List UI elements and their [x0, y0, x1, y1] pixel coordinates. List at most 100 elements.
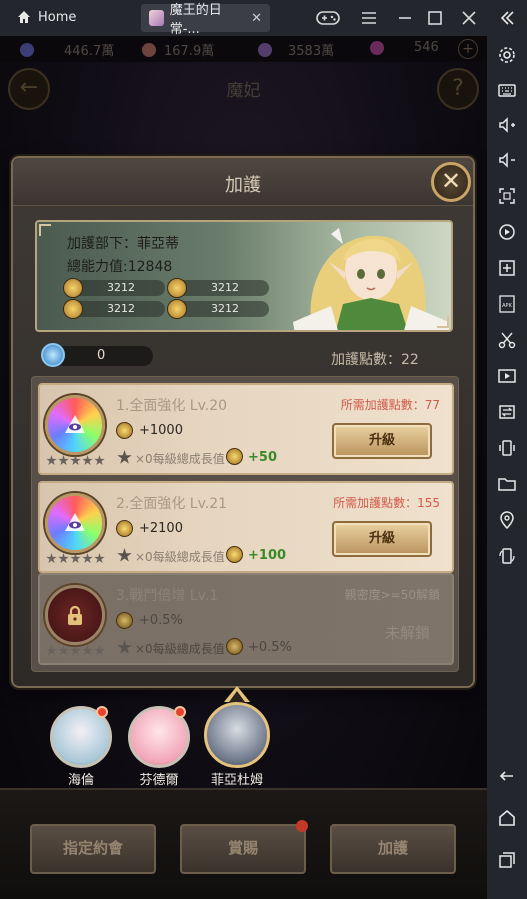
settings-gear-icon[interactable]	[496, 44, 518, 66]
app-tab-close-icon[interactable]: ✕	[251, 11, 262, 26]
rotate-screen-icon[interactable]	[496, 545, 518, 567]
speed-stat-icon	[167, 299, 187, 319]
banner-corner-ornament	[437, 316, 449, 328]
unlock-requirement: 親密度>=50解鎖	[344, 588, 440, 602]
growth-value: +100	[248, 548, 287, 563]
upgrade-button[interactable]: 升級	[332, 521, 432, 557]
growth-label: ×0每級總成長值	[135, 550, 225, 564]
rainbow-eye-medal-icon	[45, 395, 105, 455]
blessing-points: 加護點數：22	[331, 352, 419, 368]
star-icon	[117, 640, 132, 654]
blessing-list: 1.全面強化 Lv.20 所需加護點數：77 +1000 ×0每級總成長值 +5…	[31, 376, 459, 672]
shake-icon[interactable]	[496, 437, 518, 459]
sync-icon[interactable]	[496, 401, 518, 423]
stat-hp: 3212	[63, 299, 165, 319]
padlock-icon	[68, 605, 82, 625]
total-power: 總能力值:12848	[67, 259, 173, 275]
eye-icon	[65, 415, 85, 433]
collapse-sidebar-icon[interactable]	[496, 7, 518, 29]
emulator-sidebar: APK	[487, 0, 527, 899]
home-nav-icon[interactable]	[496, 807, 518, 829]
date-button[interactable]: 指定約會	[30, 824, 156, 874]
selected-indicator-icon	[224, 686, 250, 702]
all-stats-icon	[116, 422, 133, 439]
bottom-action-bar: 指定約會 賞賜 加護	[0, 788, 487, 899]
location-pin-icon[interactable]	[496, 509, 518, 531]
defense-stat-icon	[167, 278, 187, 298]
rank-stars	[46, 553, 105, 564]
attack-stat-icon	[226, 638, 243, 655]
rank-stars	[46, 455, 105, 466]
blessing-name: 2.全面強化 Lv.21	[116, 496, 228, 512]
character-name: 海倫	[67, 773, 94, 788]
video-player-icon[interactable]	[496, 365, 518, 387]
character-avatar-fiadum-selected[interactable]	[204, 702, 270, 768]
upgrade-button[interactable]: 升級	[332, 423, 432, 459]
app-favicon-icon	[149, 10, 164, 26]
app-tab[interactable]: 魔王的日常-... ✕	[141, 3, 270, 37]
emulator-title-bar: Home 魔王的日常-... ✕	[0, 0, 487, 37]
notification-dot	[96, 706, 108, 718]
stat-attack: 3212	[63, 278, 165, 298]
subordinate-banner: 加護部下：菲亞蒂 總能力值:12848 3212 3212 3212 3212	[35, 220, 453, 332]
back-nav-icon[interactable]	[496, 765, 518, 787]
volume-up-icon[interactable]	[496, 114, 518, 136]
blessing-card: 2.全面強化 Lv.21 所需加護點數：155 +2100 ×0每級總成長值 +…	[38, 481, 454, 573]
growth-value: +50	[248, 450, 277, 465]
attack-stat-icon	[63, 278, 83, 298]
close-window-icon[interactable]	[460, 9, 478, 27]
required-points: 所需加護點數：155	[333, 496, 440, 510]
svg-text:APK: APK	[502, 303, 512, 309]
game-viewport: 446.7萬 167.9萬 3583萬 546 + ← 魔妃 ? 加護 ✕ 加護…	[0, 36, 487, 899]
elf-character-portrait	[293, 228, 449, 330]
eye-icon	[65, 513, 85, 531]
menu-icon[interactable]	[360, 9, 378, 27]
bonus-value: +2100	[139, 521, 183, 536]
blessing-name: 3.戰鬥倍增 Lv.1	[116, 588, 219, 604]
star-icon	[117, 450, 132, 464]
all-stats-icon	[116, 520, 133, 537]
character-name: 菲亞杜姆	[210, 773, 263, 788]
locked-medal-icon	[45, 585, 105, 645]
character-name: 芬德爾	[139, 773, 179, 788]
panel-header: 加護 ✕	[13, 158, 473, 206]
stat-defense: 3212	[167, 278, 269, 298]
blessing-panel: 加護 ✕ 加護部下：菲亞蒂 總能力值:12848 3212 3212 3212 …	[11, 156, 475, 688]
home-icon	[18, 11, 30, 23]
star-icon	[117, 548, 132, 562]
token-count: 0	[97, 348, 106, 363]
recent-apps-icon[interactable]	[496, 849, 518, 871]
bonus-value: +1000	[139, 423, 183, 438]
app-tab-label: 魔王的日常-...	[169, 3, 222, 37]
close-panel-button[interactable]: ✕	[431, 162, 471, 202]
apk-install-icon[interactable]: APK	[496, 293, 518, 315]
attack-stat-icon	[116, 612, 133, 629]
subordinate-name: 加護部下：菲亞蒂	[67, 236, 179, 252]
screen: { "titlebar": { "home_label": "Home", "a…	[0, 0, 527, 899]
rank-stars	[46, 645, 105, 656]
screen-record-icon[interactable]	[496, 221, 518, 243]
scissors-icon[interactable]	[496, 329, 518, 351]
gamepad-icon[interactable]	[316, 9, 340, 27]
locked-status: 未解鎖	[384, 624, 430, 642]
bonus-value: +0.5%	[139, 613, 183, 628]
blessing-card-locked: 3.戰鬥倍增 Lv.1 親密度>=50解鎖 +0.5% ×0每級總成長值 +0.…	[38, 573, 454, 665]
blessing-card: 1.全面強化 Lv.20 所需加護點數：77 +1000 ×0每級總成長值 +5…	[38, 383, 454, 475]
screenshot-icon[interactable]	[496, 185, 518, 207]
blessing-button[interactable]: 加護	[330, 824, 456, 874]
keyboard-icon[interactable]	[496, 79, 518, 101]
minimize-icon[interactable]	[396, 9, 414, 27]
growth-label: ×0每級總成長值	[135, 642, 225, 656]
blessing-name: 1.全面強化 Lv.20	[116, 398, 228, 414]
notification-dot	[174, 706, 186, 718]
home-tab[interactable]: Home	[16, 9, 76, 25]
required-points: 所需加護點數：77	[340, 398, 440, 412]
all-stats-icon	[226, 546, 243, 563]
reward-button[interactable]: 賞賜	[180, 824, 306, 874]
stat-speed: 3212	[167, 299, 269, 319]
all-stats-icon	[226, 448, 243, 465]
maximize-icon[interactable]	[426, 9, 444, 27]
add-window-icon[interactable]	[496, 257, 518, 279]
volume-down-icon[interactable]	[496, 149, 518, 171]
folder-icon[interactable]	[496, 473, 518, 495]
